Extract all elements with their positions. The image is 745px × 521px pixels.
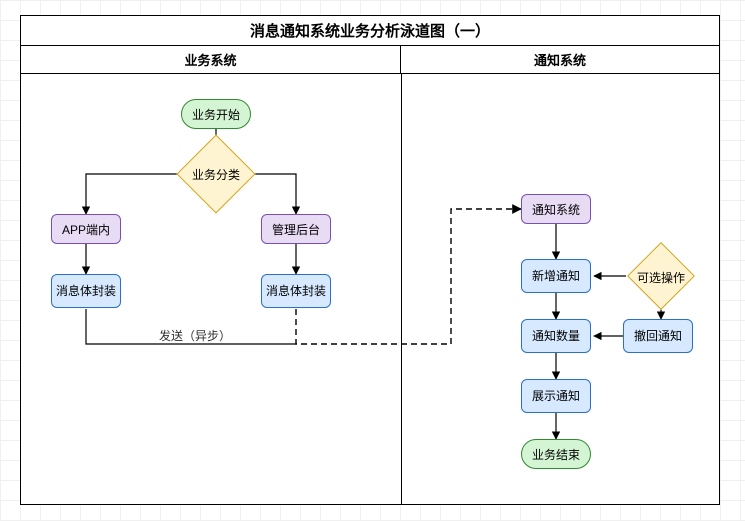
node-notify-sys: 通知系统 — [521, 194, 591, 224]
swimlane-frame: 消息通知系统业务分析泳道图（一） 业务系统 通知系统 — [20, 15, 720, 505]
lanes-header: 业务系统 通知系统 — [21, 46, 719, 74]
node-classify: 业务分类 — [176, 149, 256, 199]
lane-header-notify: 通知系统 — [401, 46, 719, 73]
node-optional-label: 可选操作 — [637, 269, 685, 286]
node-count: 通知数量 — [521, 319, 591, 353]
node-app: APP端内 — [51, 214, 121, 244]
edge-label-send-async: 发送（异步） — [159, 327, 231, 344]
node-optional: 可选操作 — [621, 252, 701, 302]
lane-body: 业务开始 业务分类 APP端内 管理后台 消息体封装 消息体封装 发送（异步） … — [21, 74, 719, 504]
node-start: 业务开始 — [181, 99, 251, 129]
node-add: 新增通知 — [521, 259, 591, 293]
node-end: 业务结束 — [521, 439, 591, 469]
node-show: 展示通知 — [521, 379, 591, 413]
node-wrap1: 消息体封装 — [51, 274, 121, 308]
lane-header-business: 业务系统 — [21, 46, 401, 73]
node-classify-label: 业务分类 — [192, 166, 240, 183]
diagram-title: 消息通知系统业务分析泳道图（一） — [21, 16, 719, 46]
connectors — [21, 74, 719, 504]
node-wrap2: 消息体封装 — [261, 274, 331, 308]
node-admin: 管理后台 — [261, 214, 331, 244]
node-recall: 撤回通知 — [623, 319, 693, 353]
lane-divider — [401, 74, 402, 504]
